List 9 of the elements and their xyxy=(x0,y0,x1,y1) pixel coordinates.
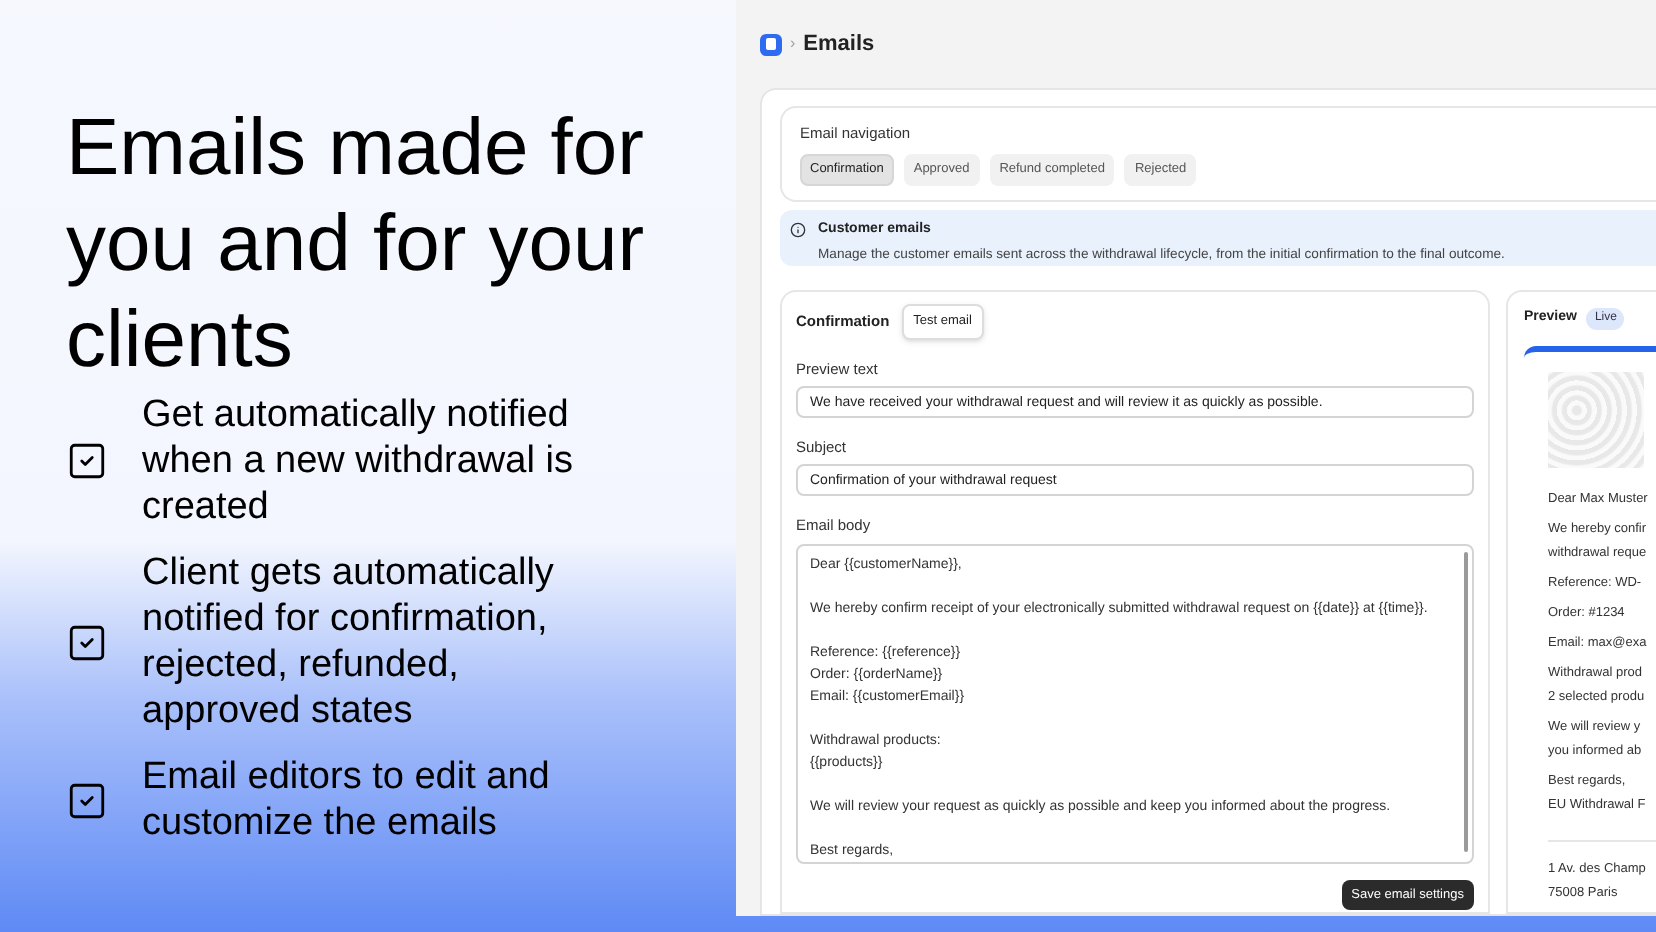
breadcrumb-separator: › xyxy=(790,32,796,56)
email-body-field[interactable] xyxy=(796,543,1474,863)
feature-text: Client gets automatically notified for confirmation, rejected, refunded, approved states xyxy=(142,550,556,734)
page-title: Emails xyxy=(803,29,875,60)
feature-text: Email editors to edit and customize the emails xyxy=(142,754,552,846)
headline: Emails made for you and for your clients xyxy=(66,102,647,388)
feature-text: Get automatically notified when a new withdrawal is created xyxy=(142,392,575,530)
info-icon xyxy=(790,222,806,238)
app-logo-icon xyxy=(760,33,782,55)
